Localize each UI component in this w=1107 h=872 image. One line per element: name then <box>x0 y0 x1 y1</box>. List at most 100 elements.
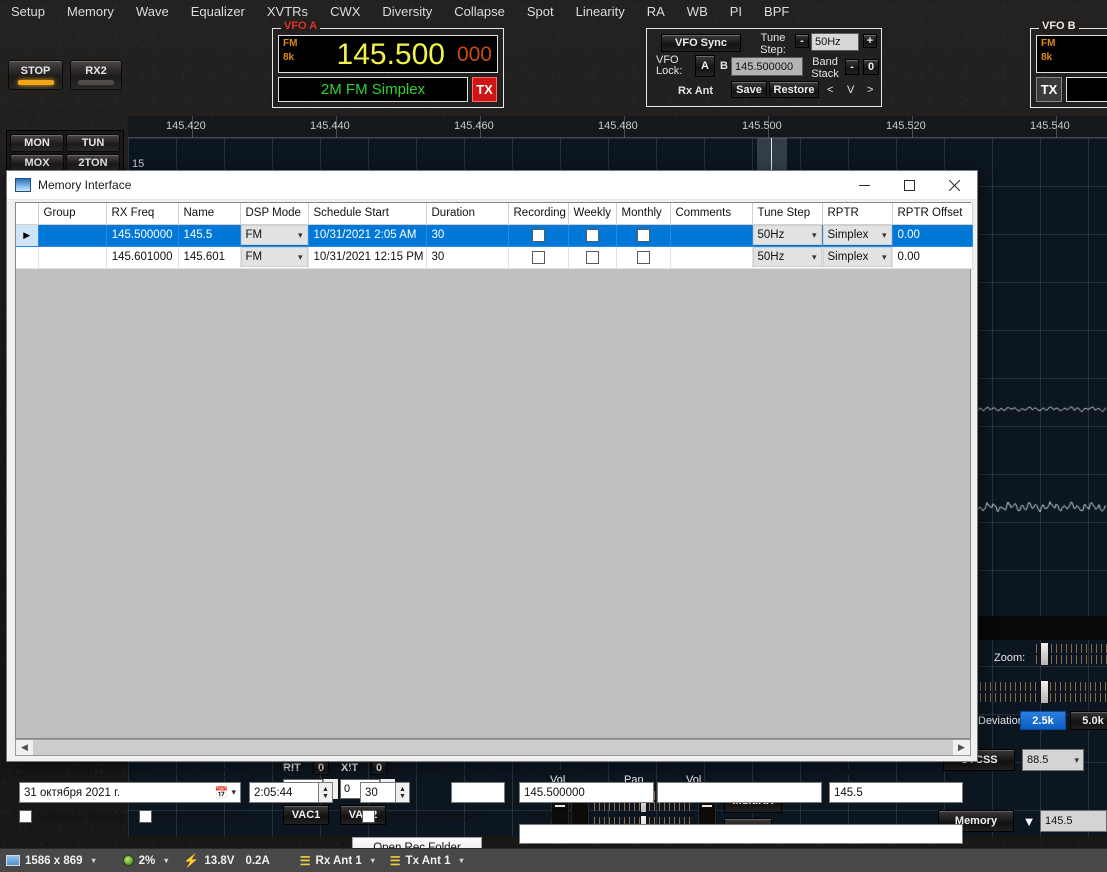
memory-select[interactable]: 145.5 <box>1040 810 1107 832</box>
cell-weekly[interactable] <box>568 224 616 246</box>
menu-item-wave[interactable]: Wave <box>125 2 180 21</box>
calendar-icon[interactable]: 📅 <box>215 786 229 799</box>
table-row[interactable]: ▶ 145.500000 145.5 FM ▾ 10/31/2021 2:05 A… <box>16 224 972 246</box>
memory-dropdown-arrow-icon[interactable]: ▼ <box>1020 810 1038 832</box>
maximize-button[interactable] <box>887 171 932 200</box>
tun-button[interactable]: TUN <box>66 134 120 152</box>
nav-next-button[interactable]: > <box>867 84 873 96</box>
scrollbar-thumb[interactable] <box>33 740 953 755</box>
chevron-down-icon[interactable]: ▾ <box>231 787 236 798</box>
col-comments[interactable]: Comments <box>670 203 752 224</box>
menu-item-setup[interactable]: Setup <box>0 2 56 21</box>
memory-grid[interactable]: Group RX Freq Name DSP Mode Schedule Sta… <box>15 202 971 739</box>
restore-button[interactable]: Restore <box>769 81 819 98</box>
deviation-5-0k-button[interactable]: 5.0k <box>1070 711 1107 730</box>
tune-step-minus-button[interactable]: - <box>795 34 809 48</box>
cell-group[interactable] <box>38 246 106 268</box>
start-time-stepper[interactable]: ▲ ▼ <box>318 782 333 803</box>
deviation-2-5k-button[interactable]: 2.5k <box>1020 711 1066 730</box>
minimize-button[interactable] <box>842 171 887 200</box>
remaining-field[interactable] <box>451 782 505 803</box>
cell-recording[interactable] <box>508 246 568 268</box>
menu-item-spot[interactable]: Spot <box>516 2 565 21</box>
cell-rx-freq[interactable]: 145.601000 <box>106 246 178 268</box>
recording-checkbox[interactable] <box>532 251 545 264</box>
col-schedule-start[interactable]: Schedule Start <box>308 203 426 224</box>
col-recording[interactable]: Recording <box>508 203 568 224</box>
vfo-a-frequency-display[interactable]: FM 8k 145.500 000 <box>278 35 498 73</box>
resolution-status[interactable]: 1586 x 869 <box>6 855 83 867</box>
stop-button[interactable]: STOP <box>8 60 63 90</box>
cell-tune-step[interactable]: 50Hz ▾ <box>752 224 822 246</box>
cell-rptr[interactable]: Simplex ▾ <box>822 246 892 268</box>
col-weekly[interactable]: Weekly <box>568 203 616 224</box>
row-marker-cell[interactable]: ▶ <box>16 224 38 246</box>
vfo-b-tx-indicator[interactable]: TX <box>1036 77 1062 102</box>
col-rowmarker[interactable] <box>16 203 38 224</box>
rx2-button[interactable]: RX2 <box>70 60 122 90</box>
cell-name[interactable]: 145.5 <box>178 224 240 246</box>
vfo-sync-button[interactable]: VFO Sync <box>661 34 741 52</box>
vfo-lock-a-button[interactable]: A <box>695 55 715 77</box>
record-on-schedule-checkbox[interactable] <box>362 810 375 823</box>
cell-rptr-offset[interactable]: 0.00 <box>892 246 972 268</box>
rx-ant-button[interactable]: Rx Ant <box>678 85 713 97</box>
menu-item-diversity[interactable]: Diversity <box>371 2 443 21</box>
tune-step-value[interactable]: 50Hz <box>811 33 859 51</box>
cell-rptr-offset[interactable]: 0.00 <box>892 224 972 246</box>
col-dsp-mode[interactable]: DSP Mode <box>240 203 308 224</box>
cell-name[interactable]: 145.601 <box>178 246 240 268</box>
duration-stepper[interactable]: ▲ ▼ <box>395 782 410 803</box>
chevron-down-icon[interactable]: ▾ <box>460 856 464 865</box>
band-stack-minus-button[interactable]: - <box>845 59 859 75</box>
nav-down-button[interactable]: V <box>847 84 854 96</box>
menu-item-bpf[interactable]: BPF <box>753 2 800 21</box>
menu-item-equalizer[interactable]: Equalizer <box>180 2 256 21</box>
cell-schedule-start[interactable]: 10/31/2021 2:05 AM <box>308 224 426 246</box>
vfo-sync-frequency-field[interactable]: 145.500000 <box>731 57 803 76</box>
table-row[interactable]: 145.601000 145.601 FM ▾ 10/31/2021 12:15 … <box>16 246 972 268</box>
col-rptr-offset[interactable]: RPTR Offset <box>892 203 972 224</box>
cell-duration[interactable]: 30 <box>426 246 508 268</box>
mon-button[interactable]: MON <box>10 134 64 152</box>
schedule-weekly-checkbox-row[interactable]: Schedule Weekly <box>19 810 126 823</box>
close-button[interactable] <box>932 171 977 200</box>
monthly-checkbox[interactable] <box>637 229 650 242</box>
menu-item-pi[interactable]: PI <box>719 2 753 21</box>
menu-item-cwx[interactable]: CWX <box>319 2 371 21</box>
cell-monthly[interactable] <box>616 246 670 268</box>
chevron-down-icon[interactable]: ▾ <box>371 856 375 865</box>
cell-weekly[interactable] <box>568 246 616 268</box>
schedule-date-field[interactable]: 31 октября 2021 г. 📅 ▾ <box>19 782 241 803</box>
cell-monthly[interactable] <box>616 224 670 246</box>
start-time-spinner[interactable]: 2:05:44 ▲ ▼ <box>249 782 333 803</box>
cell-rptr[interactable]: Simplex ▾ <box>822 224 892 246</box>
start-time-value[interactable]: 2:05:44 <box>249 782 318 803</box>
cell-duration[interactable]: 30 <box>426 224 508 246</box>
record-on-schedule-checkbox-row[interactable]: Record on Schedule <box>362 810 484 823</box>
duration-value[interactable]: 30 <box>360 782 395 803</box>
band-stack-value-button[interactable]: 0 <box>863 59 879 75</box>
cell-recording[interactable] <box>508 224 568 246</box>
col-tune-step[interactable]: Tune Step <box>752 203 822 224</box>
col-rptr[interactable]: RPTR <box>822 203 892 224</box>
deviation-slider[interactable] <box>980 682 1107 708</box>
cell-tune-step[interactable]: 50Hz ▾ <box>752 246 822 268</box>
vac1-button[interactable]: VAC1 <box>283 805 329 825</box>
chevron-down-icon[interactable]: ▾ <box>164 856 168 865</box>
group-field[interactable] <box>657 782 822 803</box>
menu-item-wb[interactable]: WB <box>676 2 719 21</box>
nav-prev-button[interactable]: < <box>827 84 833 96</box>
col-duration[interactable]: Duration <box>426 203 508 224</box>
cpu-status[interactable]: 2% <box>123 855 156 867</box>
vfo-lock-b-button[interactable]: B <box>720 60 728 72</box>
rx-antenna-status[interactable]: ☰ Rx Ant 1 <box>300 854 362 868</box>
vfo-b-memory-name-box[interactable] <box>1066 77 1107 102</box>
tx-antenna-status[interactable]: ☰ Tx Ant 1 <box>390 854 451 868</box>
cell-dsp-mode[interactable]: FM ▾ <box>240 246 308 268</box>
duration-spinner[interactable]: 30 ▲ ▼ <box>360 782 410 803</box>
menu-item-xvtrs[interactable]: XVTRs <box>256 2 319 21</box>
memory-grid-horizontal-scrollbar[interactable]: ◀ ▶ <box>15 739 971 756</box>
schedule-weekly-checkbox[interactable] <box>19 810 32 823</box>
comments-field[interactable] <box>519 824 963 844</box>
